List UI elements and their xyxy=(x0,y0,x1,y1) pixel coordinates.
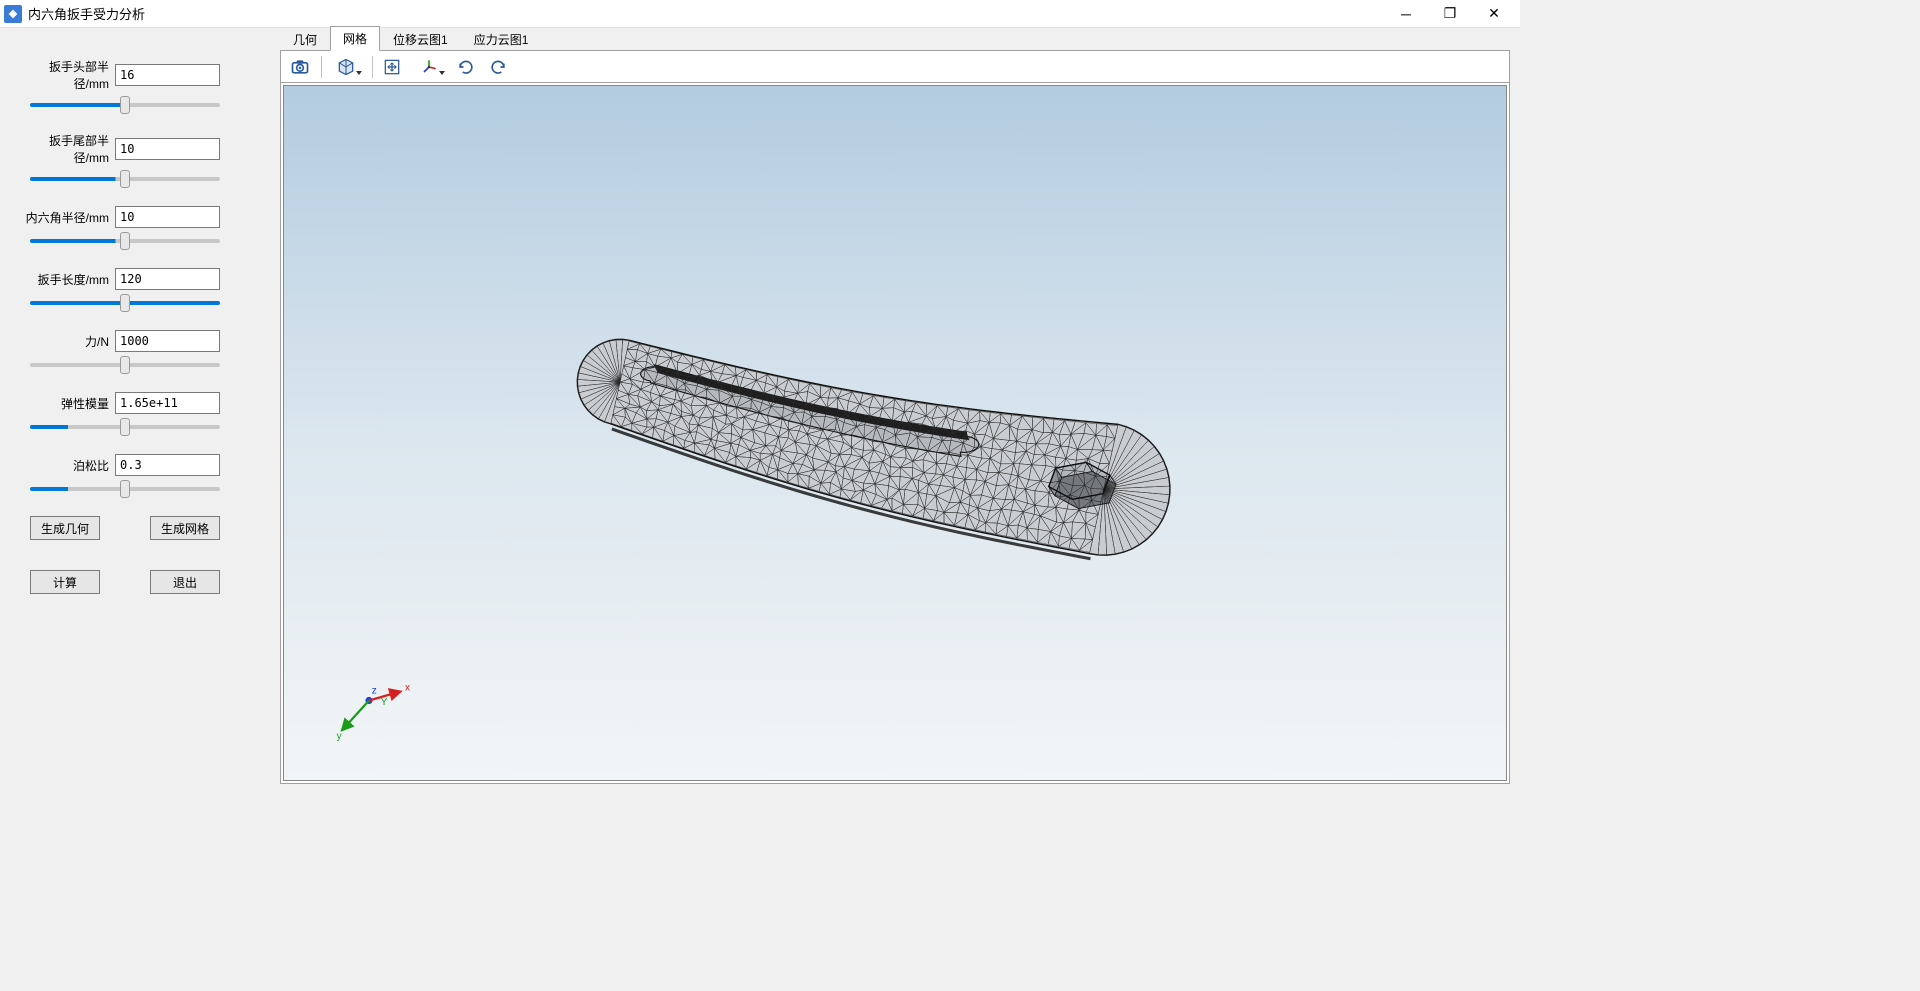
rotate-left-icon[interactable] xyxy=(451,54,481,80)
param-input-2[interactable] xyxy=(115,206,220,228)
coord-axes-icon: x y z Y xyxy=(324,660,414,750)
window-title: 内六角扳手受力分析 xyxy=(28,4,145,23)
z-axis-label: z xyxy=(372,685,377,696)
param-label: 泊松比 xyxy=(20,457,115,474)
param-slider-2[interactable] xyxy=(30,239,220,243)
view-wrapper: x y z Y xyxy=(280,50,1510,784)
cube-view-icon[interactable] xyxy=(326,54,366,80)
param-input-3[interactable] xyxy=(115,268,220,290)
generate-mesh-button[interactable]: 生成网格 xyxy=(150,516,220,540)
param-label: 内六角半径/mm xyxy=(20,209,115,226)
tab-3[interactable]: 应力云图1 xyxy=(461,27,542,51)
tab-bar: 几何网格位移云图1应力云图1 xyxy=(280,28,1510,50)
compute-button[interactable]: 计算 xyxy=(30,570,100,594)
param-input-6[interactable] xyxy=(115,454,220,476)
param-label: 弹性模量 xyxy=(20,395,115,412)
param-input-4[interactable] xyxy=(115,330,220,352)
param-label: 扳手头部半径/mm xyxy=(20,58,115,92)
minimize-button[interactable]: ─ xyxy=(1384,0,1428,28)
svg-text:Y: Y xyxy=(381,697,388,708)
x-axis-label: x xyxy=(405,683,410,694)
param-slider-4[interactable] xyxy=(30,363,220,367)
main-panel: 几何网格位移云图1应力云图1 xyxy=(280,28,1520,784)
param-input-1[interactable] xyxy=(115,138,220,160)
param-slider-1[interactable] xyxy=(30,177,220,181)
param-slider-0[interactable] xyxy=(30,103,220,107)
param-input-0[interactable] xyxy=(115,64,220,86)
sidebar: 扳手头部半径/mm 扳手尾部半径/mm 内六角半径/mm 扳手长度/mm 力/N 弹性模量… xyxy=(0,28,280,784)
tab-1[interactable]: 网格 xyxy=(330,26,380,51)
titlebar: 内六角扳手受力分析 ─ ❐ ✕ xyxy=(0,0,1520,28)
close-button[interactable]: ✕ xyxy=(1472,0,1516,28)
content-area: 扳手头部半径/mm 扳手尾部半径/mm 内六角半径/mm 扳手长度/mm 力/N 弹性模量… xyxy=(0,28,1520,784)
tab-2[interactable]: 位移云图1 xyxy=(380,27,461,51)
mesh-render xyxy=(284,86,1506,780)
param-slider-5[interactable] xyxy=(30,425,220,429)
generate-geom-button[interactable]: 生成几何 xyxy=(30,516,100,540)
view-toolbar xyxy=(281,51,1509,83)
param-label: 扳手尾部半径/mm xyxy=(20,132,115,166)
param-input-5[interactable] xyxy=(115,392,220,414)
param-slider-6[interactable] xyxy=(30,487,220,491)
app-icon xyxy=(4,5,22,23)
fit-view-icon[interactable] xyxy=(377,54,407,80)
exit-button[interactable]: 退出 xyxy=(150,570,220,594)
param-slider-3[interactable] xyxy=(30,301,220,305)
y-axis-label: y xyxy=(337,731,342,742)
param-label: 扳手长度/mm xyxy=(20,271,115,288)
param-label: 力/N xyxy=(20,333,115,350)
maximize-button[interactable]: ❐ xyxy=(1428,0,1472,28)
rotate-right-icon[interactable] xyxy=(483,54,513,80)
viewport-3d[interactable]: x y z Y xyxy=(283,85,1507,781)
axes-icon[interactable] xyxy=(409,54,449,80)
camera-icon[interactable] xyxy=(285,54,315,80)
tab-0[interactable]: 几何 xyxy=(280,27,330,51)
